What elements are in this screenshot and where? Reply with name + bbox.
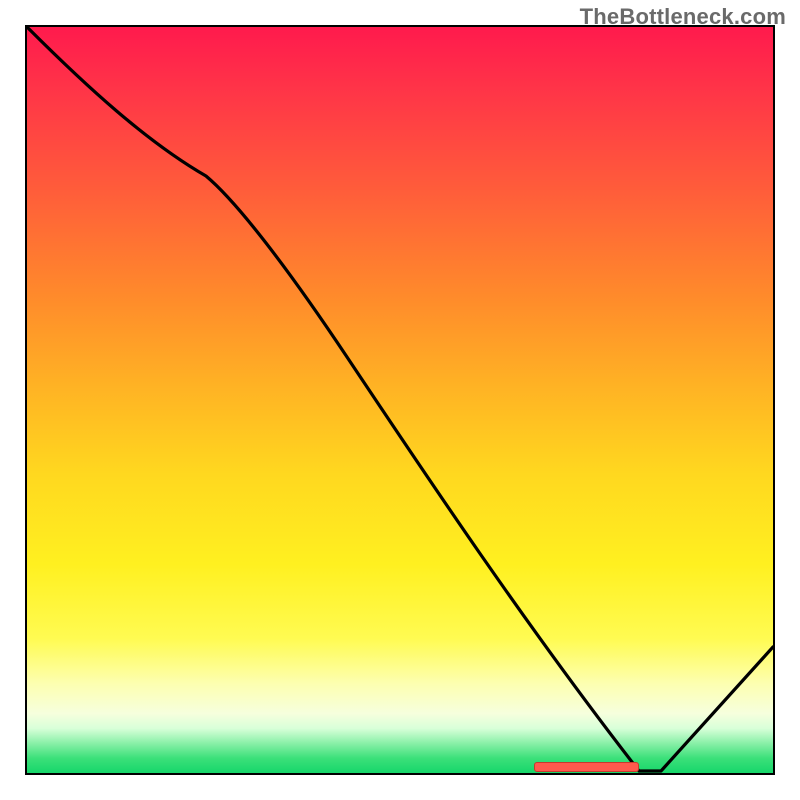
curve-layer (27, 27, 773, 773)
plot-area (25, 25, 775, 775)
watermark-text: TheBottleneck.com (580, 4, 786, 30)
bottleneck-curve (27, 27, 773, 771)
optimal-range-marker (534, 762, 639, 772)
chart-container: TheBottleneck.com (0, 0, 800, 800)
